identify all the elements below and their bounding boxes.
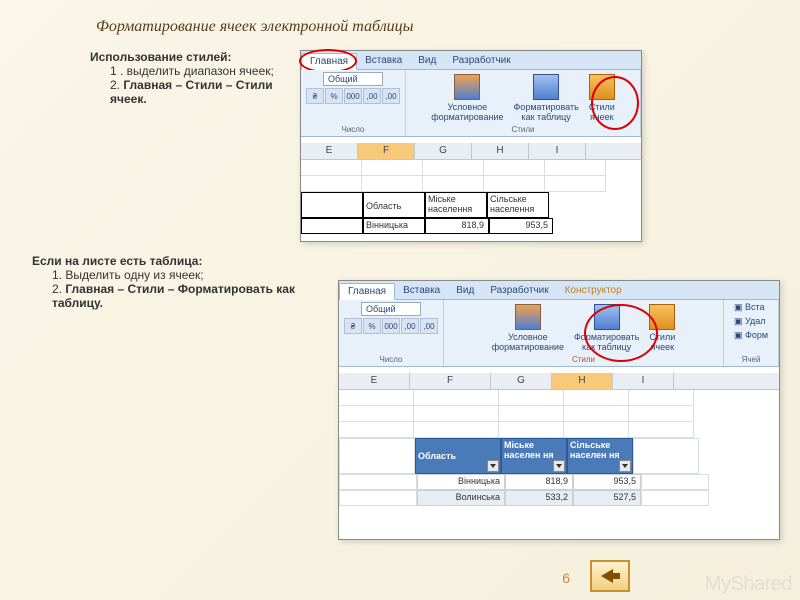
- section2-step2: 2. Главная – Стили – Форматировать как т…: [52, 282, 312, 310]
- ribbon-tabs: Главная Вставка Вид Разработчик: [301, 51, 641, 70]
- col-H[interactable]: H: [472, 143, 529, 159]
- currency-icon-2[interactable]: ₴: [344, 318, 362, 334]
- section1-step1: 1 . выделить диапазон ячеек;: [110, 64, 290, 78]
- table1-h3: Сільське населення: [487, 192, 549, 218]
- number-buttons: ₴ % 000 ,00 ,00: [306, 88, 400, 104]
- tab-insert-2[interactable]: Вставка: [395, 283, 448, 298]
- increase-decimal-icon-2[interactable]: ,00: [401, 318, 419, 334]
- table2-h2: Міське населен ня: [501, 438, 567, 474]
- group-number: Общий ₴ % 000 ,00 ,00 Число: [301, 70, 406, 136]
- table1-header: Область Міське населення Сільське населе…: [301, 192, 641, 218]
- filter-icon[interactable]: [487, 460, 499, 472]
- insert-button[interactable]: ▣ Вста: [734, 302, 765, 313]
- conditional-formatting-icon: [454, 74, 480, 100]
- tab-developer-2[interactable]: Разработчик: [482, 283, 556, 298]
- cell-styles-icon-2: [649, 304, 675, 330]
- conditional-formatting-button-2[interactable]: Условное форматирование: [488, 302, 568, 354]
- column-headers-2: E F G H I: [339, 373, 779, 390]
- table1-h2: Міське населення: [425, 192, 487, 218]
- filter-icon[interactable]: [553, 460, 565, 472]
- percent-icon[interactable]: %: [325, 88, 343, 104]
- format-as-table-icon: [533, 74, 559, 100]
- table2-row2: Волинська 533,2 527,5: [339, 490, 779, 506]
- thousands-icon[interactable]: 000: [344, 88, 362, 104]
- cell-styles-icon: [589, 74, 615, 100]
- col-I[interactable]: I: [529, 143, 586, 159]
- watermark: MyShared: [705, 573, 792, 596]
- number-format-dropdown[interactable]: Общий: [323, 72, 383, 86]
- tab-view-2[interactable]: Вид: [448, 283, 482, 298]
- decrease-decimal-icon[interactable]: ,00: [382, 88, 400, 104]
- format-button[interactable]: ▣ Форм: [734, 330, 768, 341]
- excel-screenshot-2: Главная Вставка Вид Разработчик Конструк…: [338, 280, 780, 540]
- decrease-decimal-icon-2[interactable]: ,00: [420, 318, 438, 334]
- column-headers: E F G H I: [301, 143, 641, 160]
- percent-icon-2[interactable]: %: [363, 318, 381, 334]
- group-number-2: Общий ₴ % 000 ,00 ,00 Число: [339, 300, 444, 366]
- format-as-table-icon-2: [594, 304, 620, 330]
- conditional-formatting-icon-2: [515, 304, 541, 330]
- tab-home-2[interactable]: Главная: [339, 283, 395, 300]
- tab-insert[interactable]: Вставка: [357, 53, 410, 68]
- section1-step2: 2. Главная – Стили – Стили ячеек.: [110, 78, 290, 106]
- tab-developer[interactable]: Разработчик: [444, 53, 518, 68]
- table2-header: Область Міське населен ня Сільське насел…: [339, 438, 779, 474]
- format-as-table-button-2[interactable]: Форматировать как таблицу: [570, 302, 643, 354]
- table2-h3: Сільське населен ня: [567, 438, 633, 474]
- group-cells: ▣ Вста ▣ Удал ▣ Форм Ячей: [724, 300, 779, 366]
- table2-h1: Область: [415, 438, 501, 474]
- format-as-table-button[interactable]: Форматировать как таблицу: [509, 72, 582, 124]
- table2-row1: Вінницька 818,9 953,5: [339, 474, 779, 490]
- table1-row1: Вінницька 818,9 953,5: [301, 218, 641, 234]
- cell-styles-button-2[interactable]: Стили ячеек: [645, 302, 679, 354]
- table1-h1: Область: [363, 192, 425, 218]
- delete-button[interactable]: ▣ Удал: [734, 316, 766, 327]
- section2-step1: 1. Выделить одну из ячеек;: [52, 268, 312, 282]
- tab-home[interactable]: Главная: [301, 53, 357, 70]
- thousands-icon-2[interactable]: 000: [382, 318, 400, 334]
- section1-heading: Использование стилей:: [90, 50, 290, 64]
- col-G[interactable]: G: [415, 143, 472, 159]
- section2-heading: Если на листе есть таблица:: [32, 254, 312, 268]
- number-format-dropdown-2[interactable]: Общий: [361, 302, 421, 316]
- section-using-styles: Использование стилей: 1 . выделить диапа…: [90, 50, 290, 106]
- col-F[interactable]: F: [358, 143, 415, 159]
- tab-view[interactable]: Вид: [410, 53, 444, 68]
- group-styles: Условное форматирование Форматировать ка…: [406, 70, 641, 136]
- page-number: 6: [562, 570, 570, 586]
- back-button[interactable]: [590, 560, 630, 592]
- ribbon-tabs-2: Главная Вставка Вид Разработчик Конструк…: [339, 281, 779, 300]
- ribbon-body: Общий ₴ % 000 ,00 ,00 Число Условное фор…: [301, 70, 641, 137]
- currency-icon[interactable]: ₴: [306, 88, 324, 104]
- cell-styles-button[interactable]: Стили ячеек: [585, 72, 619, 124]
- group-styles-2: Условное форматирование Форматировать ка…: [444, 300, 724, 366]
- filter-icon[interactable]: [619, 460, 631, 472]
- col-E[interactable]: E: [301, 143, 358, 159]
- conditional-formatting-button[interactable]: Условное форматирование: [427, 72, 507, 124]
- page-title: Форматирование ячеек электронной таблицы: [96, 18, 414, 36]
- increase-decimal-icon[interactable]: ,00: [363, 88, 381, 104]
- tab-constructor[interactable]: Конструктор: [557, 283, 630, 298]
- ribbon-body-2: Общий ₴ % 000 ,00 ,00 Число Условное фор…: [339, 300, 779, 367]
- excel-screenshot-1: Главная Вставка Вид Разработчик Общий ₴ …: [300, 50, 642, 242]
- section-table-on-sheet: Если на листе есть таблица: 1. Выделить …: [32, 254, 312, 310]
